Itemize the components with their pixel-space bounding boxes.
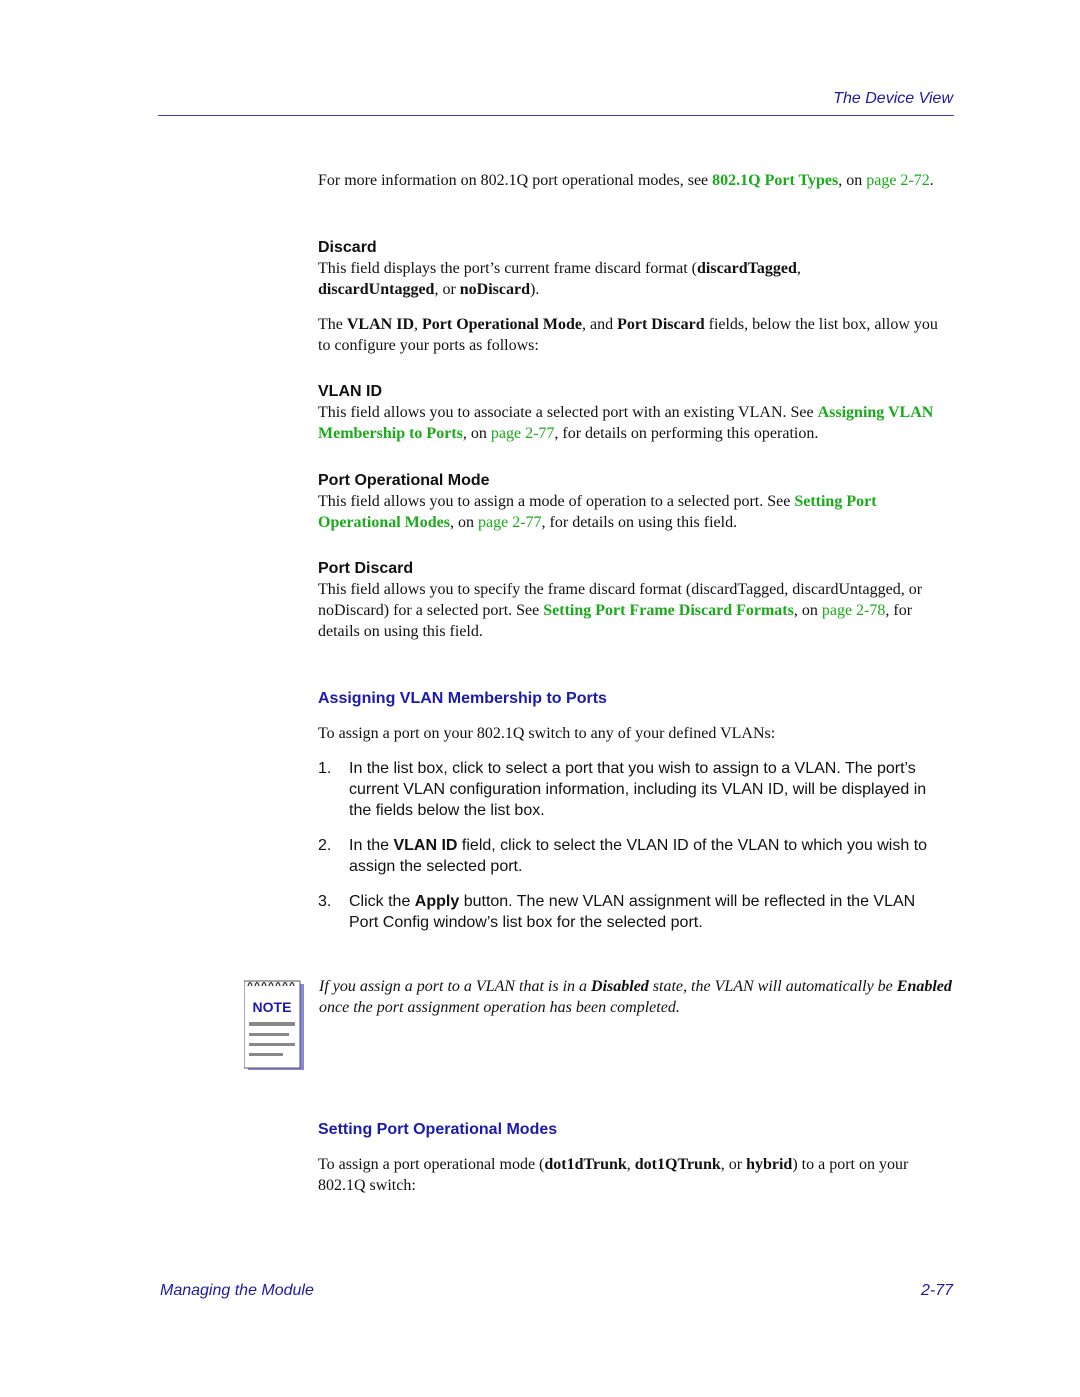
text: The [318, 316, 347, 333]
link-page-2-77[interactable]: page 2-77 [478, 514, 542, 531]
port-operational-mode-description: This field allows you to assign a mode o… [318, 491, 948, 533]
text: , for details on using this field. [541, 514, 738, 531]
intro-paragraph: For more information on 802.1Q port oper… [318, 170, 948, 191]
running-header-title: The Device View [833, 90, 953, 107]
heading-vlan-id: VLAN ID [318, 383, 382, 400]
section-assigning-vlan-membership: Assigning VLAN Membership to Ports To as… [318, 690, 948, 947]
text: This field displays the port’s current f… [318, 260, 697, 277]
note-icon: NOTE [243, 978, 304, 1070]
step-number: 1. [318, 760, 332, 777]
text: , [414, 316, 422, 333]
heading-assigning-vlan-membership: Assigning VLAN Membership to Ports [318, 690, 607, 707]
text: ). [530, 281, 540, 298]
link-page-2-72[interactable]: page 2-72 [866, 172, 930, 189]
setting-modes-intro: To assign a port operational mode (dot1d… [318, 1154, 948, 1196]
text: , for details on performing this operati… [554, 425, 819, 442]
text: This field allows you to assign a mode o… [318, 493, 795, 510]
fields-intro-paragraph: The VLAN ID, Port Operational Mode, and … [318, 314, 948, 356]
term-discarduntagged: discardUntagged [318, 281, 435, 298]
step-number: 2. [318, 837, 332, 854]
term-apply: Apply [414, 893, 460, 910]
step-text: In the list box, click to select a port … [349, 760, 927, 819]
text: , [796, 260, 801, 277]
term-dot1qtrunk: dot1QTrunk [634, 1156, 721, 1173]
text: , and [581, 316, 618, 333]
step-item: 3. Click the Apply button. The new VLAN a… [318, 891, 948, 933]
text: state, the VLAN will automatically be [648, 978, 897, 995]
note-icon-label: NOTE [253, 999, 292, 1015]
heading-port-operational-mode: Port Operational Mode [318, 472, 490, 489]
term-port-discard: Port Discard [617, 316, 705, 333]
term-dot1dtrunk: dot1dTrunk [544, 1156, 627, 1173]
assigning-intro: To assign a port on your 802.1Q switch t… [318, 725, 776, 742]
text: , [626, 1156, 635, 1173]
assigning-steps: 1. In the list box, click to select a por… [318, 758, 948, 933]
intro-text-2: , on [838, 172, 867, 189]
step-text: Click the [349, 893, 415, 910]
text: If you assign a port to a VLAN that is i… [319, 978, 592, 995]
heading-port-discard: Port Discard [318, 560, 414, 577]
note-text: If you assign a port to a VLAN that is i… [319, 976, 959, 1018]
term-vlan-id: VLAN ID [346, 316, 414, 333]
intro-text: For more information on 802.1Q port oper… [318, 172, 713, 189]
term-enabled: Enabled [896, 978, 952, 995]
term-disabled: Disabled [591, 978, 649, 995]
term-nodiscard: noDiscard [459, 281, 531, 298]
step-number: 3. [318, 893, 332, 910]
port-discard-description: This field allows you to specify the fra… [318, 579, 948, 642]
section-port-discard: Port Discard This field allows you to sp… [318, 558, 948, 642]
intro-text-3: . [929, 172, 934, 189]
link-page-2-78[interactable]: page 2-78 [822, 602, 886, 619]
footer-page-number: 2-77 [920, 1282, 953, 1299]
step-item: 1. In the list box, click to select a por… [318, 758, 948, 821]
text: This field allows you to associate a sel… [318, 404, 818, 421]
discard-description: This field displays the port’s current f… [318, 258, 948, 300]
text: once the port assignment operation has b… [319, 999, 680, 1016]
text: , or [720, 1156, 747, 1173]
section-port-operational-mode: Port Operational Mode This field allows … [318, 470, 948, 533]
section-discard: Discard This field displays the port’s c… [318, 237, 948, 300]
header-rule [158, 115, 954, 116]
footer-chapter-title: Managing the Module [160, 1282, 314, 1299]
section-setting-port-operational-modes: Setting Port Operational Modes To assign… [318, 1121, 948, 1196]
text: , on [793, 602, 822, 619]
text: To assign a port operational mode ( [318, 1156, 545, 1173]
term-port-operational-mode: Port Operational Mode [422, 316, 582, 333]
term-discardtagged: discardTagged [697, 260, 797, 277]
section-vlan-id: VLAN ID This field allows you to associa… [318, 381, 948, 444]
step-text: In the [349, 837, 394, 854]
term-hybrid: hybrid [746, 1156, 793, 1173]
link-802-1q-port-types[interactable]: 802.1Q Port Types [712, 172, 838, 189]
link-setting-port-frame-discard-formats[interactable]: Setting Port Frame Discard Formats [543, 602, 794, 619]
text: , on [450, 514, 478, 531]
text: , on [462, 425, 491, 442]
vlan-id-description: This field allows you to associate a sel… [318, 402, 948, 444]
text: , or [434, 281, 460, 298]
term-vlan-id: VLAN ID [393, 837, 458, 854]
step-item: 2. In the VLAN ID field, click to select … [318, 835, 948, 877]
link-page-2-77[interactable]: page 2-77 [491, 425, 555, 442]
heading-discard: Discard [318, 239, 377, 256]
heading-setting-port-operational-modes: Setting Port Operational Modes [318, 1121, 558, 1138]
